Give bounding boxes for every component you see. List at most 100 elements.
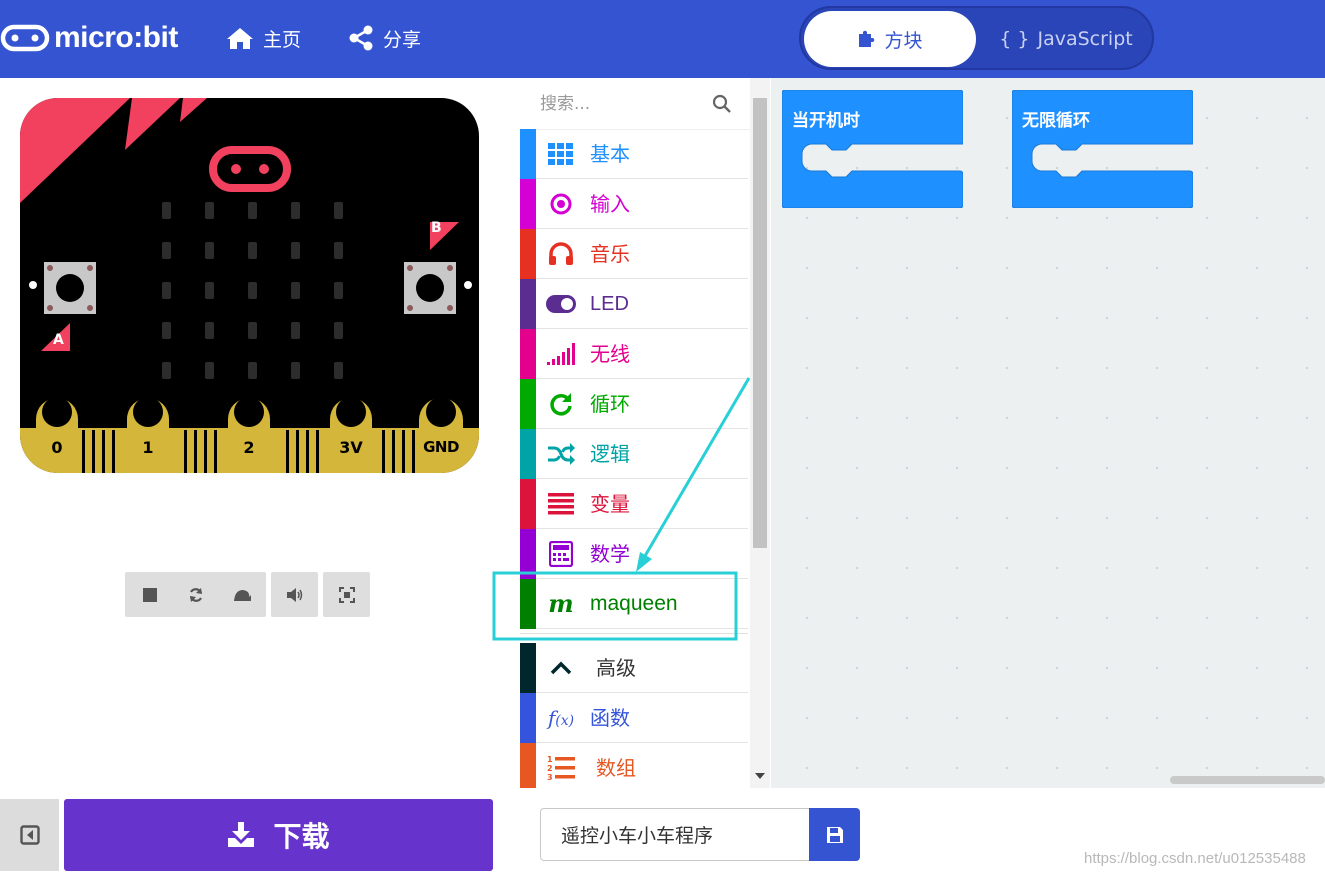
save-icon — [826, 826, 843, 843]
tab-blocks[interactable]: 方块 — [804, 11, 976, 67]
category-label: 变量 — [590, 492, 630, 516]
led — [334, 202, 343, 219]
led — [162, 282, 171, 299]
category-led[interactable]: LED — [520, 279, 748, 329]
category-advanced[interactable]: 高级 — [520, 643, 748, 693]
shuffle-icon — [546, 441, 576, 467]
button-b-label: B — [431, 220, 442, 236]
share-icon — [349, 25, 373, 51]
download-button[interactable]: 下载 — [64, 799, 493, 871]
category-input[interactable]: 输入 — [520, 179, 748, 229]
download-label: 下载 — [273, 820, 330, 853]
braces-icon: { } — [999, 28, 1030, 50]
category-label: 基本 — [590, 142, 630, 166]
category-functions[interactable]: f(x) 函数 — [520, 693, 748, 743]
category-label: 音乐 — [590, 242, 630, 266]
category-color-bar — [520, 743, 536, 788]
collapse-simulator-button[interactable] — [0, 799, 59, 871]
category-label: 数学 — [590, 542, 630, 566]
pin-label-2: 2 — [243, 438, 255, 457]
led — [205, 362, 214, 379]
led — [334, 322, 343, 339]
led — [162, 322, 171, 339]
scroll-down-icon[interactable] — [755, 773, 765, 779]
category-variables[interactable]: 变量 — [520, 479, 748, 529]
list-icon — [546, 491, 576, 517]
category-logic[interactable]: 逻辑 — [520, 429, 748, 479]
led — [248, 282, 257, 299]
forever-block[interactable]: 无限循环 — [1012, 90, 1193, 208]
search-input[interactable] — [540, 90, 710, 118]
category-color-bar — [520, 643, 536, 693]
toolbox-search — [520, 78, 750, 130]
category-radio[interactable]: 无线 — [520, 329, 748, 379]
microbit-logo[interactable]: micro:bit — [0, 20, 178, 56]
svg-text:2: 2 — [547, 764, 553, 773]
category-color-bar — [520, 529, 536, 579]
category-color-bar — [520, 379, 536, 429]
toolbox: 基本 输入 音乐 LED 无线 循环 — [520, 78, 750, 788]
numbered-list-icon: 123 — [546, 755, 576, 781]
tab-javascript-label: JavaScript — [1037, 28, 1133, 50]
restart-button[interactable] — [173, 572, 219, 617]
block-label: 当开机时 — [792, 111, 860, 131]
tab-blocks-label: 方块 — [884, 29, 923, 52]
led — [162, 362, 171, 379]
led — [162, 202, 171, 219]
scrollbar-thumb[interactable] — [753, 98, 767, 548]
category-color-bar — [520, 179, 536, 229]
fullscreen-icon — [338, 586, 355, 603]
category-loops[interactable]: 循环 — [520, 379, 748, 429]
led — [291, 202, 300, 219]
button-a[interactable] — [44, 262, 96, 314]
toolbox-divider — [520, 633, 748, 641]
workspace-h-scrollbar[interactable] — [1170, 776, 1325, 784]
category-color-bar — [520, 329, 536, 379]
tab-javascript[interactable]: { } JavaScript — [981, 11, 1151, 67]
category-label: 逻辑 — [590, 442, 630, 466]
maqueen-icon: m — [548, 589, 574, 618]
target-icon — [546, 191, 576, 217]
collapse-icon — [19, 825, 40, 845]
category-music[interactable]: 音乐 — [520, 229, 748, 279]
share-button[interactable]: 分享 — [348, 22, 421, 54]
led — [291, 322, 300, 339]
svg-text:1: 1 — [547, 755, 553, 764]
button-b[interactable] — [404, 262, 456, 314]
category-arrays[interactable]: 123 数组 — [520, 743, 748, 788]
home-button[interactable]: 主页 — [226, 22, 301, 54]
save-button[interactable] — [809, 808, 860, 861]
led — [162, 242, 171, 259]
pin-label-3v: 3V — [339, 438, 363, 457]
category-color-bar — [520, 579, 536, 629]
editor-toggle: 方块 { } JavaScript — [799, 6, 1154, 70]
category-color-bar — [520, 229, 536, 279]
puzzle-icon — [859, 30, 875, 47]
search-icon[interactable] — [712, 94, 732, 114]
led — [334, 282, 343, 299]
slow-motion-button[interactable] — [219, 572, 265, 617]
logo-text: micro:bit — [54, 21, 178, 54]
stop-button[interactable] — [127, 572, 173, 617]
headphones-icon — [546, 241, 576, 267]
slow-motion-icon — [233, 589, 251, 601]
fullscreen-button[interactable] — [323, 572, 370, 617]
category-math[interactable]: 数学 — [520, 529, 748, 579]
toolbox-scrollbar[interactable] — [750, 78, 770, 788]
on-start-block[interactable]: 当开机时 — [782, 90, 963, 208]
category-label: 函数 — [590, 706, 630, 730]
category-basic[interactable]: 基本 — [520, 129, 748, 179]
led — [205, 322, 214, 339]
grid-icon — [546, 141, 576, 167]
led — [248, 362, 257, 379]
project-name-input[interactable] — [540, 808, 810, 861]
led — [291, 282, 300, 299]
category-maqueen[interactable]: m maqueen — [520, 579, 748, 629]
led — [205, 282, 214, 299]
mute-button[interactable] — [271, 572, 318, 617]
home-label: 主页 — [263, 28, 302, 51]
blocks-workspace[interactable]: 当开机时 无限循环 — [771, 78, 1325, 788]
category-color-bar — [520, 479, 536, 529]
refresh-icon — [546, 391, 576, 417]
share-label: 分享 — [383, 28, 422, 51]
